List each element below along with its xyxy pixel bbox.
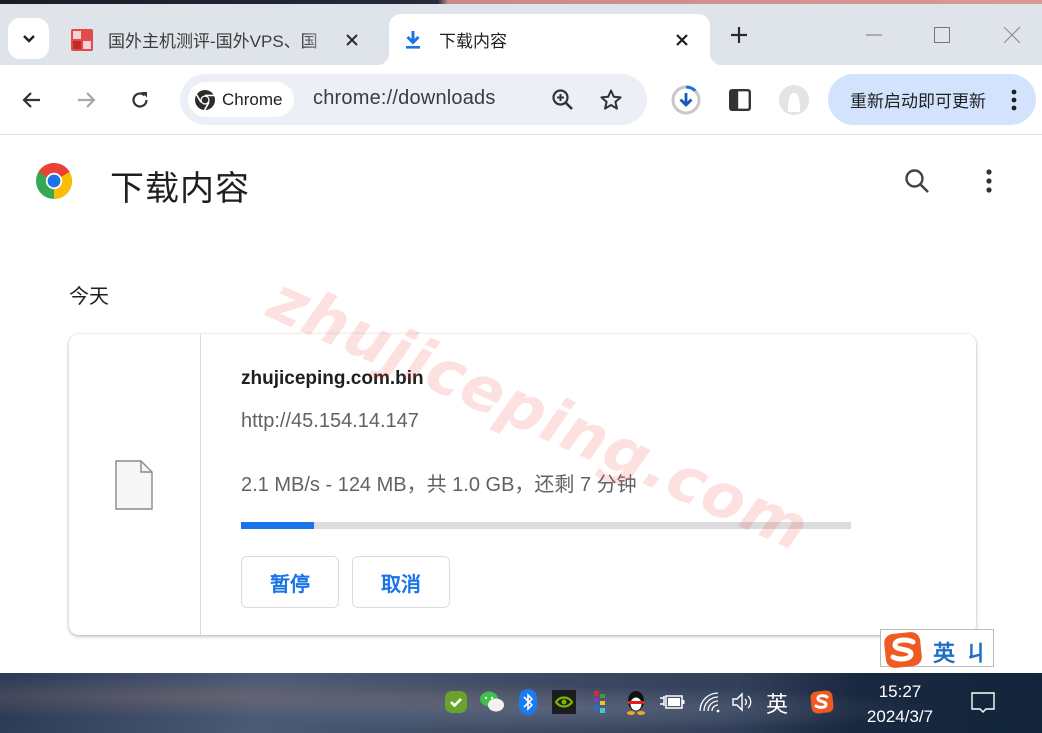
tray-nvidia[interactable] <box>551 689 577 715</box>
search-icon <box>905 169 929 193</box>
tray-ime-indicator[interactable]: 英 <box>766 687 788 719</box>
more-vert-icon <box>1011 89 1017 111</box>
site-info-chip[interactable]: Chrome <box>188 82 295 117</box>
date-section-label: 今天 <box>69 286 109 308</box>
taskbar-clock[interactable]: 15:27 2024/3/7 <box>860 679 940 729</box>
download-progress-icon <box>671 85 701 115</box>
volume-icon <box>732 692 752 712</box>
chrome-logo-icon <box>195 89 215 110</box>
ime-toolbar: 英 ㄐ <box>880 629 994 668</box>
qq-icon <box>627 691 645 715</box>
download-icon <box>406 30 420 49</box>
browser-menu-button[interactable] <box>1006 86 1022 114</box>
window-close-button[interactable] <box>990 18 1034 52</box>
close-icon <box>676 33 688 46</box>
profile-button[interactable] <box>776 82 812 118</box>
tray-battery[interactable] <box>659 689 685 715</box>
side-panel-button[interactable] <box>722 82 758 118</box>
chevron-down-icon <box>22 34 35 43</box>
search-downloads-button[interactable] <box>899 163 935 199</box>
wifi-icon <box>699 692 720 713</box>
download-item-card: zhujiceping.com.bin http://45.154.14.147… <box>69 334 976 635</box>
bookmark-button[interactable] <box>598 87 624 113</box>
star-icon <box>600 89 622 110</box>
tray-sogou[interactable] <box>809 689 835 715</box>
battery-charging-icon <box>660 695 685 709</box>
browser-toolbar: Chrome chrome://downloads 重新启动即可更新 <box>0 65 1042 135</box>
tab-close-button[interactable] <box>668 26 696 54</box>
tray-wechat[interactable] <box>479 689 505 715</box>
downloads-toolbar-button[interactable] <box>668 82 704 118</box>
ime-extra-toggle[interactable]: ㄐ <box>965 636 987 668</box>
more-vert-icon <box>986 169 992 193</box>
arrow-left-icon <box>22 92 40 108</box>
maximize-icon <box>934 27 950 43</box>
cancel-button[interactable]: 取消 <box>352 556 450 608</box>
chip-label: Chrome <box>222 89 283 109</box>
downloads-page-header: 下载内容 <box>0 136 1042 231</box>
security-check-icon <box>445 691 467 713</box>
arrow-right-icon <box>78 92 96 108</box>
close-icon <box>1004 27 1020 43</box>
tray-wifi[interactable] <box>697 689 723 715</box>
tray-security-check[interactable] <box>443 689 469 715</box>
tray-qq[interactable] <box>623 689 649 715</box>
pause-button[interactable]: 暂停 <box>241 556 339 608</box>
progress-fill <box>241 522 315 529</box>
download-status: 2.1 MB/s - 124 MB，共 1.0 GB，还剩 7 分钟 <box>241 474 637 496</box>
back-button[interactable] <box>14 82 50 118</box>
zoom-in-icon <box>552 89 573 110</box>
relaunch-update-button[interactable]: 重新启动即可更新 <box>828 74 1036 125</box>
sogou-logo-icon <box>884 632 922 668</box>
minimize-icon <box>866 34 882 36</box>
file-name-link[interactable]: zhujiceping.com.bin <box>241 368 424 390</box>
color-grid-app-icon <box>594 691 605 713</box>
source-url-link[interactable]: http://45.154.14.147 <box>241 410 419 433</box>
tray-color-grid-app[interactable] <box>587 689 613 715</box>
notification-center-button[interactable] <box>968 689 998 719</box>
downloads-menu-button[interactable] <box>971 163 1007 199</box>
maximize-button[interactable] <box>920 18 964 52</box>
tab-zhujiceping[interactable]: 国外主机测评-国外VPS、国 <box>58 14 380 65</box>
sogou-logo-icon <box>810 690 834 714</box>
tab-bar: 国外主机测评-国外VPS、国 下载内容 <box>0 4 1042 65</box>
plus-icon <box>731 27 747 43</box>
ime-mode-toggle[interactable]: 英 <box>933 636 955 668</box>
address-bar[interactable]: Chrome chrome://downloads <box>180 74 647 125</box>
chrome-logo-icon <box>36 162 73 199</box>
avatar-icon <box>779 85 809 115</box>
new-tab-button[interactable] <box>724 20 754 50</box>
minimize-button[interactable] <box>852 18 896 52</box>
tray-volume[interactable] <box>730 689 756 715</box>
windows-taskbar: 英 15:27 2024/3/7 <box>0 673 1042 733</box>
url-text[interactable]: chrome://downloads <box>313 87 496 110</box>
tab-title: 国外主机测评-国外VPS、国 <box>108 32 318 51</box>
tab-title: 下载内容 <box>439 32 507 51</box>
nvidia-icon <box>552 690 576 714</box>
bluetooth-icon <box>519 689 537 715</box>
tab-close-button[interactable] <box>338 26 366 54</box>
clock-date: 2024/3/7 <box>866 707 934 726</box>
clock-time: 15:27 <box>878 682 922 701</box>
reload-button[interactable] <box>122 82 158 118</box>
tab-search-button[interactable] <box>8 18 49 59</box>
notification-icon <box>971 692 995 713</box>
forward-button[interactable] <box>68 82 104 118</box>
download-progress-bar <box>241 522 851 529</box>
update-label: 重新启动即可更新 <box>850 92 986 111</box>
file-icon-column <box>69 334 201 635</box>
tray-bluetooth[interactable] <box>515 689 541 715</box>
zoom-button[interactable] <box>550 87 576 113</box>
page-title: 下载内容 <box>110 170 250 208</box>
tab-downloads[interactable]: 下载内容 <box>377 14 722 65</box>
reload-icon <box>132 92 148 108</box>
site-seal-icon <box>71 28 93 51</box>
file-icon <box>115 460 153 510</box>
side-panel-icon <box>729 89 751 111</box>
wechat-icon <box>480 691 504 712</box>
close-icon <box>346 33 358 46</box>
